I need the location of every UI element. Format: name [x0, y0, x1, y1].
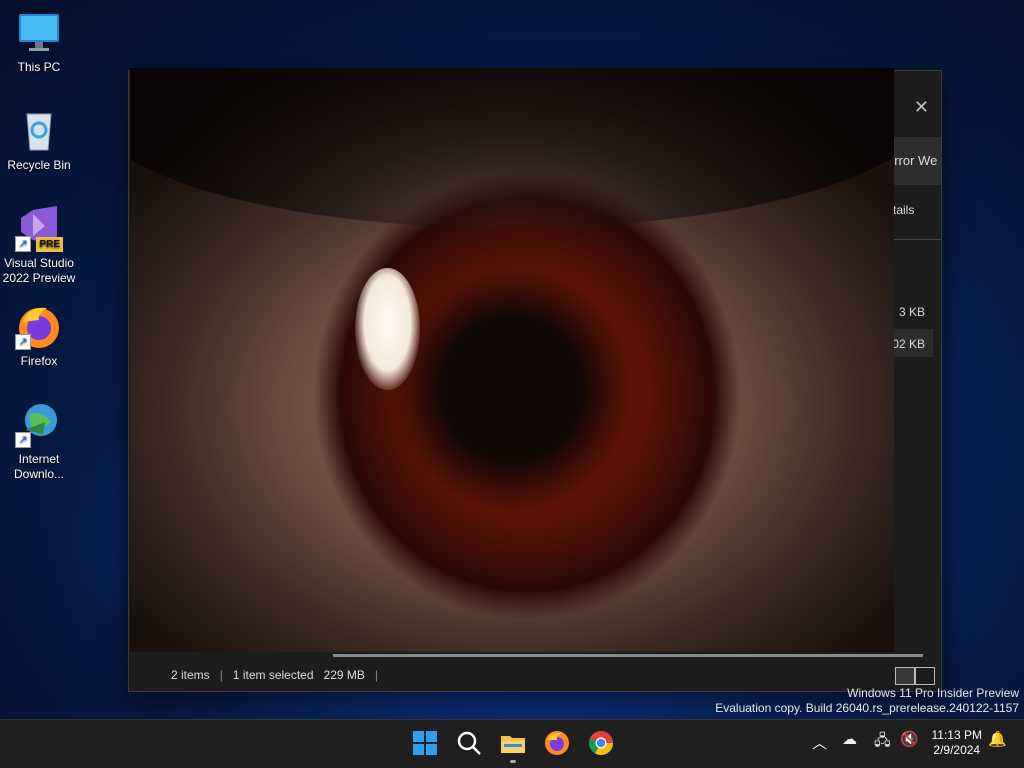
horizontal-scrollbar[interactable] — [333, 654, 923, 657]
firefox-icon[interactable] — [544, 730, 570, 756]
pupil-reflection — [355, 268, 420, 390]
desktop-icon-label: This PC — [17, 60, 61, 74]
status-selected: 1 item selected — [232, 668, 314, 682]
file-size-cell: 02 KB — [892, 337, 925, 351]
clock-date: 2/9/2024 — [933, 743, 981, 757]
notification-bell-icon[interactable]: 🔔 — [988, 730, 1007, 748]
status-separator: | — [374, 668, 379, 682]
globe-download-icon: ↗ — [15, 400, 63, 448]
visual-studio-icon: PRE ↗ — [15, 204, 63, 252]
desktop-icon-recycle-bin[interactable]: Recycle Bin — [1, 106, 77, 173]
explorer-tab[interactable]: orror We — [893, 137, 941, 185]
firefox-icon: ↗ — [15, 302, 63, 350]
status-size: 229 MB — [323, 668, 365, 682]
desktop-icon-visual-studio[interactable]: PRE ↗ Visual Studio 2022 Preview — [1, 204, 77, 286]
divider — [893, 239, 941, 240]
monitor-icon — [15, 8, 63, 56]
shortcut-arrow-icon: ↗ — [15, 236, 31, 252]
desktop-icon-this-pc[interactable]: This PC — [1, 8, 77, 75]
desktop-icon-label: Recycle Bin — [7, 158, 71, 172]
cloud-offline-icon[interactable]: ☁ — [842, 730, 857, 748]
search-icon[interactable] — [456, 730, 482, 756]
photo-viewer-window[interactable] — [130, 68, 894, 652]
desktop-icon-label: Visual Studio 2022 Preview — [2, 256, 76, 285]
desktop-icon-label: Firefox — [20, 354, 58, 368]
watermark-line-2: Evaluation copy. Build 26040.rs_prerelea… — [715, 701, 1019, 715]
details-button-label[interactable]: tails — [893, 203, 914, 217]
chevron-up-icon[interactable]: ︿ — [812, 732, 827, 753]
desktop-icon-firefox[interactable]: ↗ Firefox — [1, 302, 77, 369]
volume-muted-icon[interactable]: 🔇 — [900, 730, 919, 748]
desktop-icon-label: Internet Downlo... — [13, 452, 65, 481]
desktop-icon-internet-download-manager[interactable]: ↗ Internet Downlo... — [1, 400, 77, 482]
status-item-count: 2 items — [171, 668, 210, 682]
preview-badge: PRE — [36, 237, 63, 252]
clock[interactable]: 11:13 PM 2/9/2024 — [932, 728, 982, 758]
large-icons-view-icon[interactable] — [915, 667, 935, 685]
clock-time: 11:13 PM — [931, 728, 982, 742]
details-view-icon[interactable] — [895, 667, 915, 685]
file-size-cell: 3 KB — [898, 305, 925, 319]
taskbar: ︿ ☁ 🖧 🔇 11:13 PM 2/9/2024 🔔 — [0, 719, 1024, 768]
recycle-bin-icon — [15, 106, 63, 154]
watermark-line-1: Windows 11 Pro Insider Preview — [847, 686, 1019, 700]
close-icon[interactable]: ✕ — [914, 97, 929, 118]
running-indicator — [510, 760, 516, 763]
shortcut-arrow-icon: ↗ — [15, 334, 31, 350]
chrome-icon[interactable] — [588, 730, 614, 756]
shortcut-arrow-icon: ↗ — [15, 432, 31, 448]
windows-watermark: Windows 11 Pro Insider Preview Evaluatio… — [715, 686, 1019, 716]
network-icon[interactable]: 🖧 — [874, 730, 891, 755]
start-icon[interactable] — [412, 730, 438, 756]
file-explorer-icon[interactable] — [500, 730, 526, 763]
status-separator: | — [219, 668, 223, 682]
